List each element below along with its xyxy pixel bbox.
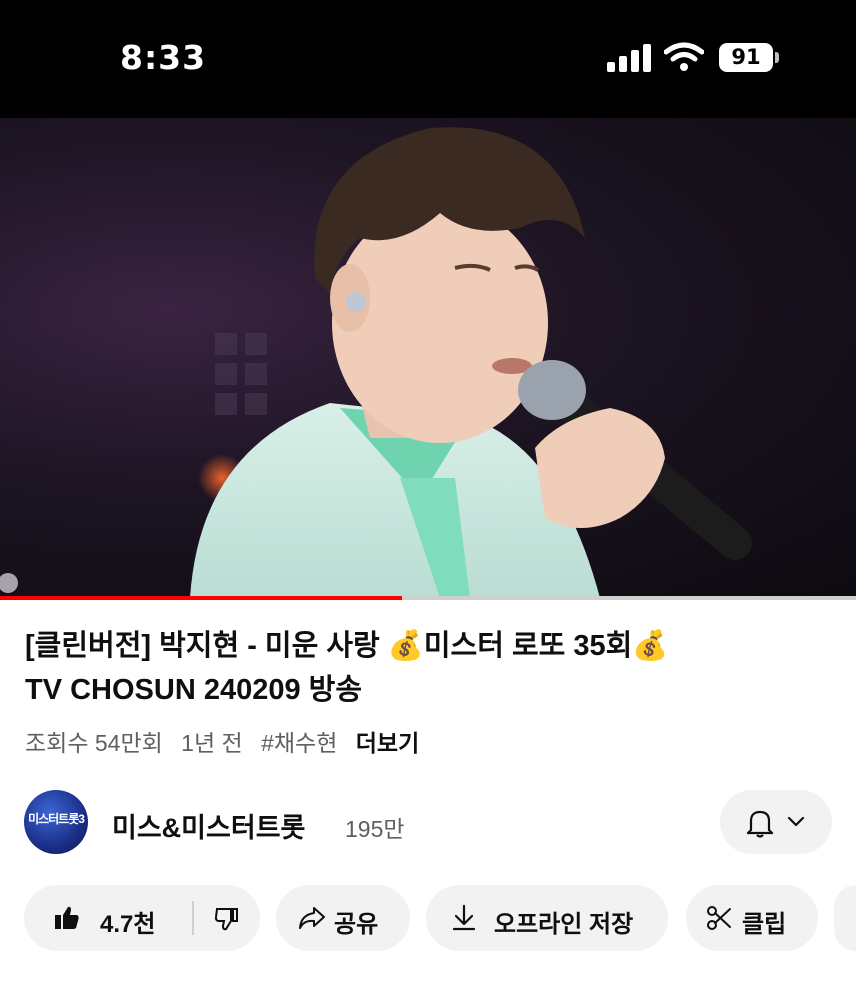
progress-fill <box>0 596 403 600</box>
thumbs-down-icon <box>214 908 238 931</box>
channel-avatar[interactable]: 미스터트롯3 <box>24 790 88 854</box>
chevron-down-icon <box>787 816 805 827</box>
thumbs-up-icon <box>55 906 79 929</box>
video-title-line1: [클린버전] 박지현 - 미운 사랑 💰미스터 로또 35회💰 <box>25 630 669 662</box>
like-count: 4.7천 <box>100 911 156 938</box>
video-player[interactable] <box>0 118 856 598</box>
signal-icon <box>607 44 651 72</box>
video-frame <box>0 127 752 598</box>
battery-icon: 91 <box>719 43 773 72</box>
subscriber-count: 195만 <box>345 816 405 842</box>
clip-button[interactable]: 클립 <box>686 885 818 951</box>
battery-level: 91 <box>731 45 761 69</box>
clock: 8:33 <box>120 38 207 77</box>
download-icon <box>452 904 476 931</box>
more-actions-button[interactable] <box>834 885 856 951</box>
dislike-button[interactable] <box>196 885 260 951</box>
wifi-icon <box>664 42 704 71</box>
scissors-icon <box>707 906 731 930</box>
clip-label: 클립 <box>742 911 787 938</box>
progress-bar[interactable] <box>0 596 856 600</box>
share-button[interactable]: 공유 <box>276 885 410 951</box>
like-button[interactable]: 4.7천 <box>24 885 192 951</box>
bell-icon <box>746 810 774 838</box>
pill-divider <box>192 901 194 935</box>
battery-tip <box>775 52 779 63</box>
notification-button[interactable] <box>720 790 832 854</box>
upload-age: 1년 전 <box>181 730 243 756</box>
status-bar: 8:33 91 <box>0 0 856 118</box>
download-label: 오프라인 저장 <box>494 911 634 938</box>
hashtag-link[interactable]: #채수현 <box>261 730 337 756</box>
avatar-logo-text: 미스터트롯3 <box>28 812 85 826</box>
share-icon <box>299 907 325 929</box>
view-count: 조회수 54만회 <box>25 730 163 756</box>
video-title[interactable]: [클린버전] 박지현 - 미운 사랑 💰미스터 로또 35회💰 TV CHOSU… <box>25 624 825 712</box>
video-meta[interactable]: 조회수 54만회 1년 전 #채수현 더보기 <box>25 724 431 758</box>
more-link[interactable]: 더보기 <box>356 730 419 756</box>
video-title-line2: TV CHOSUN 240209 방송 <box>25 674 363 706</box>
channel-name[interactable]: 미스&미스터트롯 <box>112 806 305 845</box>
share-label: 공유 <box>334 911 379 938</box>
like-dislike-pill: 4.7천 <box>24 885 260 951</box>
download-button[interactable]: 오프라인 저장 <box>426 885 668 951</box>
